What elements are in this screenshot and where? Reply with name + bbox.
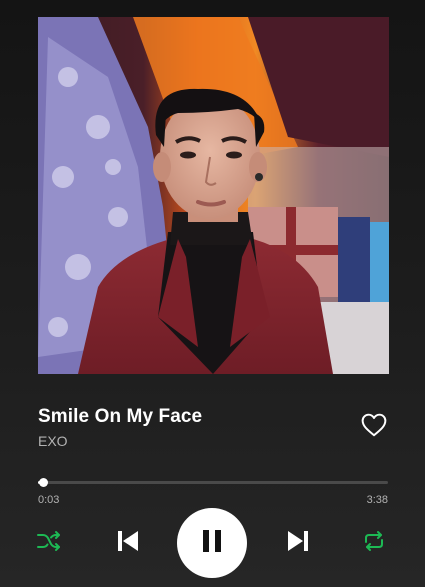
heart-outline-icon <box>361 413 387 442</box>
track-title[interactable]: Smile On My Face <box>38 406 202 428</box>
progress-bar[interactable] <box>38 478 388 487</box>
pause-icon <box>201 529 223 558</box>
total-duration: 3:38 <box>366 494 388 506</box>
repeat-icon <box>362 529 386 558</box>
play-pause-button[interactable] <box>177 508 247 578</box>
track-artist[interactable]: EXO <box>38 433 68 449</box>
progress-track <box>38 481 388 484</box>
next-track-button[interactable] <box>282 527 314 559</box>
progress-handle[interactable] <box>38 478 48 487</box>
now-playing-screen: Smile On My Face EXO 0:03 3:38 <box>0 0 425 587</box>
elapsed-time: 0:03 <box>38 494 60 506</box>
previous-track-button[interactable] <box>112 527 144 559</box>
like-button[interactable] <box>358 412 390 442</box>
shuffle-button[interactable] <box>34 528 64 558</box>
shuffle-icon <box>36 530 62 557</box>
skip-next-icon <box>286 529 310 558</box>
skip-previous-icon <box>116 529 140 558</box>
album-artwork <box>38 17 389 374</box>
repeat-button[interactable] <box>359 528 389 558</box>
